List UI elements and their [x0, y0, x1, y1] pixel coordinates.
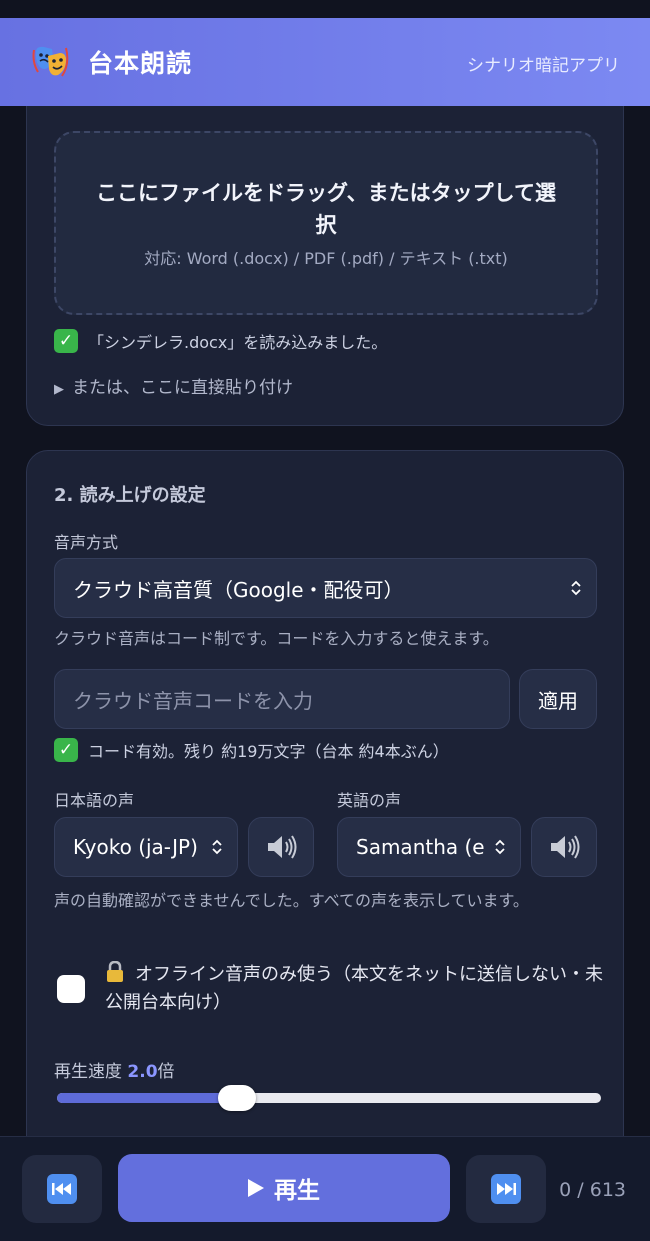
play-button[interactable]: 再生 — [118, 1154, 450, 1222]
settings-card: 2. 読み上げの設定 音声方式 クラウド高音質（Google・配役可） クラウド… — [26, 450, 624, 1172]
dropzone-title: ここにファイルをドラッグ、またはタップして選択 — [96, 181, 556, 237]
cloud-code-placeholder: クラウド音声コードを入力 — [73, 688, 313, 713]
speed-label: 再生速度 — [54, 1062, 122, 1082]
chevron-updown-icon — [571, 580, 581, 596]
offline-only-option: オフライン音声のみ使う（本文をネットに送信しない・未公開台本向け） — [105, 961, 605, 1017]
apply-button[interactable]: 適用 — [519, 669, 597, 729]
paste-toggle-label: または、ここに直接貼り付け — [72, 378, 293, 398]
check-mark-icon: ✓ — [54, 738, 78, 762]
japanese-voice-value: Kyoko (ja-JP) — [73, 835, 198, 859]
speed-value: 2.0 — [127, 1062, 158, 1082]
disclosure-triangle-icon: ▶ — [54, 382, 64, 397]
speed-unit: 倍 — [157, 1062, 175, 1082]
skip-back-icon — [47, 1174, 77, 1204]
preview-english-voice-button[interactable] — [531, 817, 597, 877]
offline-only-checkbox[interactable] — [57, 975, 85, 1003]
app-subtitle: シナリオ暗記アプリ — [467, 56, 620, 76]
offline-only-label: オフライン音声のみ使う（本文をネットに送信しない・未公開台本向け） — [105, 964, 603, 1013]
progress-counter: 0 / 613 — [559, 1179, 626, 1201]
japanese-voice-label: 日本語の声 — [54, 791, 135, 810]
skip-forward-icon — [491, 1174, 521, 1204]
cloud-code-input[interactable]: クラウド音声コードを入力 — [54, 669, 510, 729]
app-title: 台本朗読 — [88, 49, 193, 78]
voice-notice: 声の自動確認ができませんでした。すべての声を表示しています。 — [54, 891, 529, 910]
previous-button[interactable] — [22, 1155, 102, 1223]
player-bar: 再生 0 / 613 — [0, 1136, 650, 1241]
speed-slider[interactable] — [57, 1085, 601, 1111]
app-header: 台本朗読 シナリオ暗記アプリ — [0, 18, 650, 106]
lock-icon — [107, 961, 123, 982]
dropzone-formats: 対応: Word (.docx) / PDF (.pdf) / テキスト (.t… — [144, 249, 508, 268]
play-icon — [248, 1179, 264, 1197]
upload-card: ここにファイルをドラッグ、またはタップして選択 対応: Word (.docx)… — [26, 80, 624, 426]
status-bar — [0, 0, 650, 18]
paste-toggle[interactable]: ▶ または、ここに直接貼り付け — [54, 373, 293, 398]
voice-mode-value: クラウド高音質（Google・配役可） — [73, 577, 404, 602]
chevron-updown-icon — [212, 839, 222, 855]
code-status: ✓ コード有効。残り 約19万文字（台本 約4本ぶん） — [54, 738, 449, 762]
file-loaded-status: ✓ 「シンデレラ.docx」を読み込みました。 — [54, 329, 387, 353]
chevron-updown-icon — [495, 839, 505, 855]
english-voice-label: 英語の声 — [337, 791, 402, 810]
next-button[interactable] — [466, 1155, 546, 1223]
cloud-hint: クラウド音声はコード制です。コードを入力すると使えます。 — [54, 629, 499, 648]
english-voice-value: Samantha (en-US) — [356, 835, 486, 859]
play-label: 再生 — [274, 1178, 320, 1204]
preview-japanese-voice-button[interactable] — [248, 817, 314, 877]
check-mark-icon: ✓ — [54, 329, 78, 353]
speaker-icon — [551, 835, 580, 859]
voice-mode-label: 音声方式 — [54, 533, 119, 552]
speed-slider-thumb[interactable] — [217, 1085, 256, 1111]
japanese-voice-select[interactable]: Kyoko (ja-JP) — [54, 817, 238, 877]
section-title: 2. 読み上げの設定 — [54, 485, 206, 506]
voice-mode-select[interactable]: クラウド高音質（Google・配役可） — [54, 558, 597, 618]
english-voice-select[interactable]: Samantha (en-US) — [337, 817, 521, 877]
speed-slider-fill — [57, 1093, 237, 1103]
file-loaded-message: 「シンデレラ.docx」を読み込みました。 — [88, 333, 388, 352]
file-dropzone[interactable]: ここにファイルをドラッグ、またはタップして選択 対応: Word (.docx)… — [54, 131, 598, 315]
theater-masks-icon — [32, 46, 69, 77]
speaker-icon — [268, 835, 297, 859]
speed-label-row: 再生速度 2.0倍 — [54, 1057, 175, 1082]
code-status-text: コード有効。残り 約19万文字（台本 約4本ぶん） — [88, 742, 449, 761]
